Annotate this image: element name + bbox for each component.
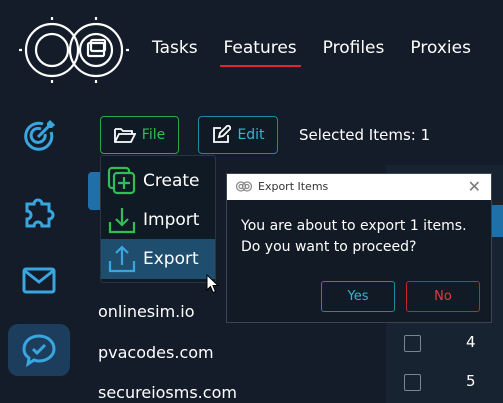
yes-button[interactable]: Yes [321, 281, 395, 312]
menu-item-create[interactable]: Create [101, 161, 215, 201]
sidebar-item-mail[interactable] [8, 254, 70, 306]
menu-item-import[interactable]: Import [101, 200, 215, 240]
sidebar-item-extensions[interactable] [8, 186, 70, 238]
tab-proxies[interactable]: Proxies [410, 38, 471, 58]
puzzle-icon [25, 198, 55, 228]
edit-icon [213, 125, 232, 143]
target-icon [24, 119, 56, 151]
chat-check-icon [22, 334, 56, 368]
folder-open-icon [113, 128, 136, 143]
mail-icon [22, 267, 56, 294]
dialog-message: You are about to export 1 items. Do you … [241, 216, 491, 258]
app-logo [18, 14, 130, 86]
sidebar-item-target[interactable] [8, 110, 70, 162]
dialog-message-line: You are about to export 1 items. [241, 218, 467, 234]
tab-features[interactable]: Features [219, 38, 301, 67]
file-button-label: File [141, 127, 166, 143]
file-menu: Create Import Export [100, 155, 216, 283]
selected-items-count: Selected Items: 1 [299, 126, 431, 144]
export-dialog: Export Items ✕ You are about to export 1… [226, 173, 492, 323]
menu-item-create-label: Create [143, 171, 200, 191]
menu-item-import-label: Import [143, 210, 200, 230]
dialog-titlebar[interactable]: Export Items ✕ [227, 174, 491, 200]
list-item[interactable]: onlinesim.io [98, 302, 195, 321]
download-icon [108, 208, 136, 234]
upload-icon [108, 245, 136, 273]
list-item[interactable]: pvacodes.com [98, 343, 214, 362]
close-icon[interactable]: ✕ [468, 177, 481, 196]
top-nav: Tasks Features Profiles Proxies [152, 38, 497, 67]
edit-button[interactable]: Edit [198, 116, 278, 154]
dialog-message-line: Do you want to proceed? [241, 239, 417, 255]
row-number: 5 [466, 372, 476, 390]
mouse-cursor-icon [206, 274, 220, 294]
app-logo-icon [236, 181, 252, 192]
row-checkbox[interactable] [404, 374, 421, 391]
tab-tasks[interactable]: Tasks [152, 38, 198, 58]
file-button[interactable]: File [100, 116, 179, 154]
row-checkbox[interactable] [404, 335, 421, 352]
no-button[interactable]: No [406, 281, 480, 312]
tab-profiles[interactable]: Profiles [323, 38, 385, 58]
sidebar-item-sms[interactable] [8, 324, 70, 376]
list-item[interactable]: secureiosms.com [98, 383, 237, 402]
row-number: 4 [466, 333, 476, 351]
plus-square-icon [107, 166, 136, 195]
menu-item-export[interactable]: Export [101, 239, 215, 279]
menu-item-export-label: Export [143, 249, 199, 269]
dialog-title: Export Items [258, 180, 329, 193]
edit-button-label: Edit [237, 127, 265, 143]
